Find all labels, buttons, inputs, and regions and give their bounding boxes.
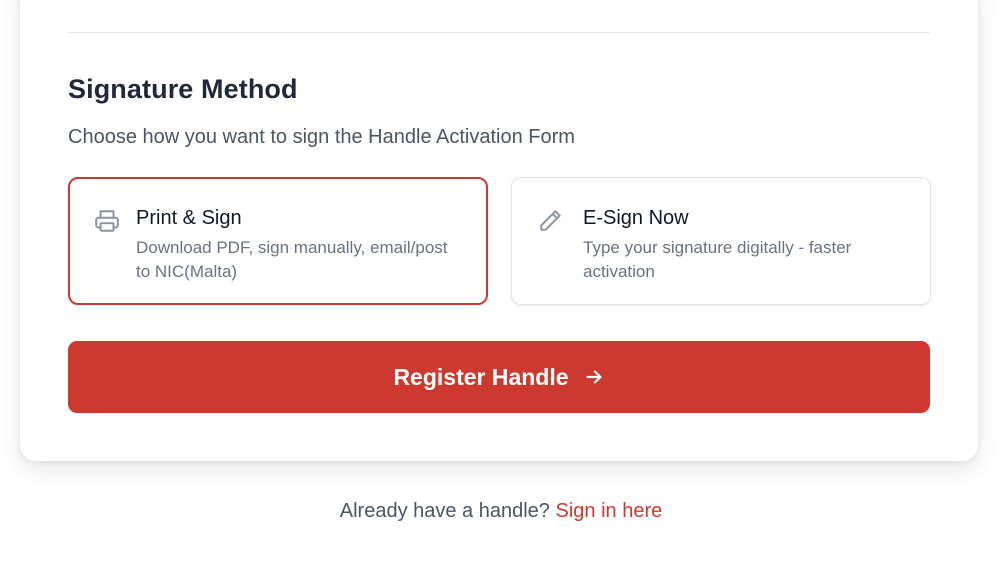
arrow-right-icon — [583, 366, 605, 388]
sign-in-link[interactable]: Sign in here — [555, 500, 662, 522]
register-handle-label: Register Handle — [393, 363, 569, 390]
signature-method-title: Signature Method — [68, 74, 298, 104]
option-e-sign[interactable]: E-Sign Now Type your signature digitally… — [511, 177, 931, 305]
printer-icon — [94, 208, 120, 234]
option-print-sign-title: Print & Sign — [136, 207, 242, 229]
option-print-sign-description: Download PDF, sign manually, email/post … — [136, 238, 448, 281]
registration-card: Signature Method Choose how you want to … — [20, 0, 978, 461]
signature-method-subtitle: Choose how you want to sign the Handle A… — [68, 126, 575, 148]
option-e-sign-title: E-Sign Now — [583, 207, 689, 229]
option-print-sign[interactable]: Print & Sign Download PDF, sign manually… — [68, 177, 488, 305]
pencil-icon — [537, 208, 563, 234]
sign-in-prompt-text: Already have a handle? — [339, 500, 550, 522]
sign-in-prompt: Already have a handle? Sign in here — [0, 500, 1002, 523]
option-e-sign-description: Type your signature digitally - faster a… — [583, 238, 852, 281]
section-divider — [68, 32, 930, 33]
register-handle-button[interactable]: Register Handle — [68, 341, 930, 413]
